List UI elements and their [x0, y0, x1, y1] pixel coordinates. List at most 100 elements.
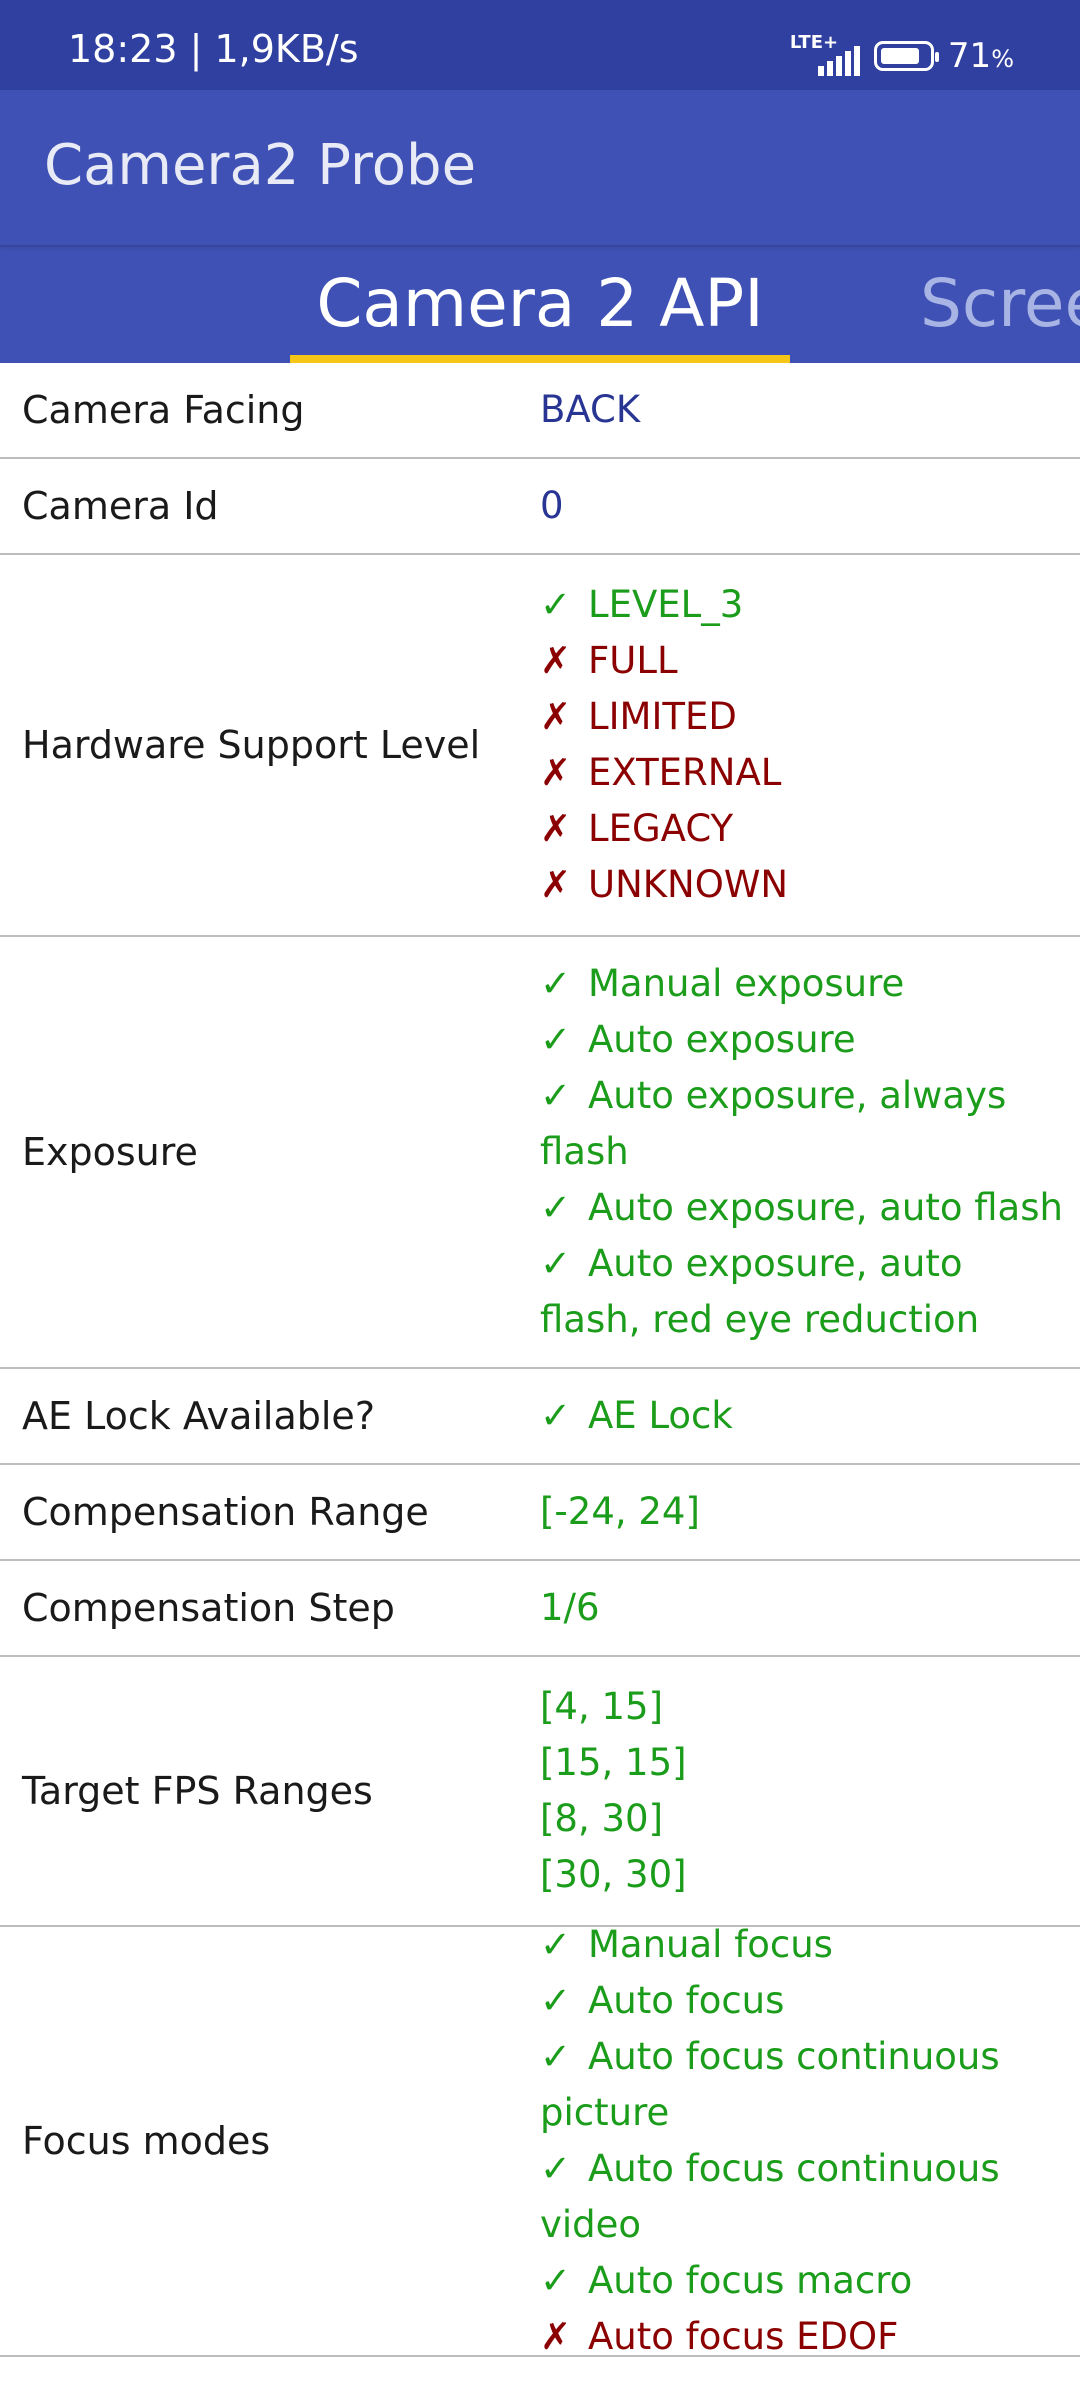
- value-text: AE Lock: [588, 1394, 733, 1437]
- cross-icon: ✗: [540, 639, 572, 682]
- value-text: Auto focus macro: [588, 2259, 913, 2302]
- value-item: ✗ UNKNOWN: [540, 857, 1070, 913]
- check-icon: ✓: [540, 1242, 572, 1285]
- table-row: Camera Facing BACK: [0, 363, 1080, 459]
- table-row: Hardware Support Level ✓ LEVEL_3 ✗ FULL ✗ LIMI…: [0, 555, 1080, 937]
- camera-properties-table: Camera Facing BACK Camera Id 0 Hardware Supp…: [0, 363, 1080, 2358]
- row-label: Target FPS Ranges: [22, 1769, 373, 1813]
- value-item: ✓ Auto focus macro: [540, 2253, 1070, 2309]
- value-item: ✓ Auto exposure, always flash: [540, 1068, 1070, 1180]
- battery-percent: 71%: [947, 36, 1014, 76]
- cross-icon: ✗: [540, 751, 572, 794]
- value-text: Manual exposure: [588, 962, 905, 1005]
- value-text: Auto exposure: [588, 1018, 856, 1061]
- row-label: Exposure: [22, 1130, 198, 1174]
- row-values: BACK: [540, 377, 1080, 443]
- value-item: ✓ Auto exposure, auto flash: [540, 1180, 1070, 1236]
- tab-indicator: [290, 355, 790, 363]
- check-icon: ✓: [540, 1394, 572, 1437]
- row-label: Hardware Support Level: [22, 723, 481, 767]
- value-item: ✓ Auto focus: [540, 1973, 1070, 2029]
- table-row: Focus modes ✓ Manual focus ✓ Auto focus ✓ Auto…: [0, 1923, 1080, 2358]
- value-item: ✗ LEGACY: [540, 801, 1070, 857]
- value-text: Auto focus: [588, 1979, 785, 2022]
- table-row: Compensation Step 1/6: [0, 1561, 1080, 1657]
- value-item: ✓ Manual focus: [540, 1917, 1070, 1973]
- value-item: 1/6: [540, 1580, 1070, 1636]
- value-item: ✗ Auto focus EDOF: [540, 2309, 1070, 2365]
- tab-camera2-api[interactable]: Camera 2 API: [290, 245, 790, 363]
- table-row: Compensation Range [-24, 24]: [0, 1465, 1080, 1561]
- status-bar: 18:23 | 1,9KB/s LTE+ 71%: [0, 0, 1080, 90]
- row-label: Compensation Range: [22, 1490, 429, 1534]
- value-item: ✓ Auto focus continuous picture: [540, 2029, 1070, 2141]
- value-item: ✗ LIMITED: [540, 689, 1070, 745]
- row-values: 0: [540, 473, 1080, 539]
- value-item: [8, 30]: [540, 1791, 1070, 1847]
- check-icon: ✓: [540, 583, 572, 626]
- value-item: 0: [540, 478, 1070, 534]
- value-text: 0: [540, 484, 564, 527]
- value-text: LEVEL_3: [588, 583, 744, 626]
- value-text: Auto exposure, auto flash, red eye reduc…: [540, 1242, 980, 1341]
- value-item: ✓ Manual exposure: [540, 956, 1070, 1012]
- check-icon: ✓: [540, 2259, 572, 2302]
- value-text: UNKNOWN: [588, 863, 789, 906]
- value-text: Auto exposure, auto flash: [588, 1186, 1063, 1229]
- row-label: Focus modes: [22, 2119, 271, 2163]
- value-text: Auto exposure, always flash: [540, 1074, 1007, 1173]
- value-text: [30, 30]: [540, 1853, 687, 1896]
- row-values: 1/6: [540, 1575, 1080, 1641]
- value-text: Auto focus EDOF: [588, 2315, 899, 2358]
- cross-icon: ✗: [540, 2315, 572, 2358]
- row-label: Camera Facing: [22, 388, 305, 432]
- app-title: Camera2 Probe: [44, 133, 477, 198]
- app-bar: Camera2 Probe: [0, 90, 1080, 245]
- table-row: Camera Id 0: [0, 459, 1080, 555]
- value-text: [-24, 24]: [540, 1490, 700, 1533]
- status-time-speed: 18:23 | 1,9KB/s: [68, 27, 359, 71]
- row-label: Compensation Step: [22, 1586, 395, 1630]
- cross-icon: ✗: [540, 807, 572, 850]
- value-item: [15, 15]: [540, 1735, 1070, 1791]
- value-item: ✓ Auto focus continuous video: [540, 2141, 1070, 2253]
- row-label: Camera Id: [22, 484, 219, 528]
- row-values: [4, 15] [15, 15] [8, 30] [30, 30]: [540, 1674, 1080, 1908]
- value-item: ✗ EXTERNAL: [540, 745, 1070, 801]
- cross-icon: ✗: [540, 695, 572, 738]
- value-item: ✓ Auto exposure: [540, 1012, 1070, 1068]
- status-icons: LTE+ 71%: [790, 32, 1014, 76]
- check-icon: ✓: [540, 2035, 572, 2078]
- value-item: [-24, 24]: [540, 1484, 1070, 1540]
- tab-screen[interactable]: Scree: [920, 245, 1080, 363]
- value-text: LEGACY: [588, 807, 734, 850]
- table-row: Target FPS Ranges [4, 15] [15, 15] [8, 30][…: [0, 1657, 1080, 1927]
- value-text: Auto focus continuous video: [540, 2147, 1000, 2246]
- cross-icon: ✗: [540, 863, 572, 906]
- tab-bar: Camera 2 API Scree: [0, 245, 1080, 363]
- value-text: BACK: [540, 388, 641, 431]
- table-row: AE Lock Available? ✓ AE Lock: [0, 1369, 1080, 1465]
- value-text: LIMITED: [588, 695, 737, 738]
- value-item: ✓ LEVEL_3: [540, 577, 1070, 633]
- check-icon: ✓: [540, 1018, 572, 1061]
- row-label: AE Lock Available?: [22, 1394, 375, 1438]
- value-text: [4, 15]: [540, 1685, 664, 1728]
- check-icon: ✓: [540, 1979, 572, 2022]
- value-text: Manual focus: [588, 1923, 833, 1966]
- signal-icon: LTE+: [790, 32, 860, 76]
- value-text: EXTERNAL: [588, 751, 782, 794]
- value-item: ✓ AE Lock: [540, 1388, 1070, 1444]
- value-item: ✗ FULL: [540, 633, 1070, 689]
- value-text: FULL: [588, 639, 678, 682]
- battery-icon: [873, 41, 939, 71]
- value-item: [4, 15]: [540, 1679, 1070, 1735]
- check-icon: ✓: [540, 1923, 572, 1966]
- check-icon: ✓: [540, 1186, 572, 1229]
- row-values: ✓ Manual focus ✓ Auto focus ✓ Auto focus cont…: [540, 1912, 1080, 2370]
- value-item: BACK: [540, 382, 1070, 438]
- check-icon: ✓: [540, 962, 572, 1005]
- check-icon: ✓: [540, 1074, 572, 1117]
- table-row: Exposure ✓ Manual exposure ✓ Auto exposure ✓ A…: [0, 937, 1080, 1369]
- value-text: [15, 15]: [540, 1741, 687, 1784]
